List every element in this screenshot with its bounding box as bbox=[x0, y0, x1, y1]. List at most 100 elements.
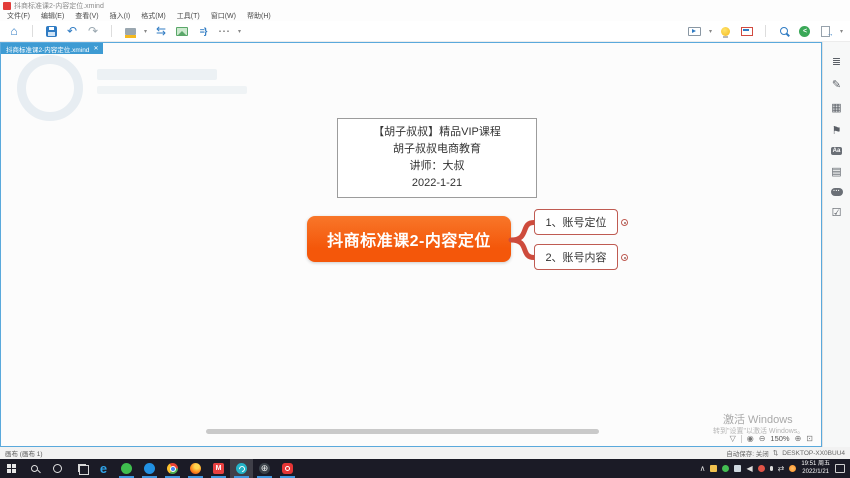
fill-color-icon bbox=[125, 28, 136, 35]
taskbar-globe-app[interactable]: ⊕ bbox=[253, 459, 276, 478]
cortana-button[interactable] bbox=[46, 459, 69, 478]
menu-edit[interactable]: 编辑(E) bbox=[41, 11, 64, 21]
taskbar-clock[interactable]: 19:51 周五 2022/1/21 bbox=[801, 461, 830, 476]
task-icon[interactable]: ☑ bbox=[830, 206, 844, 219]
blue-app-icon bbox=[144, 463, 155, 474]
filter-icon[interactable]: ▽ bbox=[730, 434, 736, 443]
collapse-toggle-icon[interactable] bbox=[621, 219, 628, 226]
export-button[interactable] bbox=[819, 23, 833, 39]
mindmap-canvas[interactable]: 抖商标准课2-内容定位.xmind ✕ 【胡子叔叔】精品VIP课程 胡子叔叔电商… bbox=[0, 42, 822, 447]
menu-window[interactable]: 窗口(W) bbox=[211, 11, 236, 21]
zoom-in-button[interactable]: ⊕ bbox=[795, 434, 802, 443]
chrome-icon bbox=[167, 463, 178, 474]
volume-icon[interactable]: ◀ bbox=[746, 465, 752, 473]
slides-button[interactable] bbox=[740, 23, 754, 39]
fit-screen-button[interactable]: ⊡ bbox=[806, 434, 813, 443]
sheet-tab[interactable]: 画布 (画布 1) bbox=[5, 448, 43, 458]
task-view-button[interactable] bbox=[69, 459, 92, 478]
activate-windows-watermark: 激活 Windows bbox=[723, 411, 793, 427]
export-icon bbox=[821, 26, 830, 37]
taskbar-app-green[interactable] bbox=[115, 459, 138, 478]
xmind-icon: M bbox=[213, 463, 224, 474]
redo-button[interactable]: ↷ bbox=[86, 23, 100, 39]
image-panel-icon[interactable]: ▦ bbox=[830, 101, 844, 114]
export-dropdown-arrow[interactable]: ▾ bbox=[840, 28, 843, 35]
tray-app-icon[interactable] bbox=[734, 465, 741, 472]
taskbar-xmind[interactable]: M bbox=[207, 459, 230, 478]
outline-button[interactable]: ≡} bbox=[196, 23, 210, 39]
brainstorm-button[interactable] bbox=[719, 23, 733, 39]
taskbar-red-app[interactable] bbox=[276, 459, 299, 478]
insert-image-button[interactable] bbox=[175, 23, 189, 39]
menu-view[interactable]: 查看(V) bbox=[75, 11, 98, 21]
label-icon[interactable]: Aa bbox=[831, 147, 843, 155]
menu-tools[interactable]: 工具(T) bbox=[177, 11, 200, 21]
taskbar-search-button[interactable] bbox=[23, 459, 46, 478]
taskbar-firefox[interactable] bbox=[184, 459, 207, 478]
undo-button[interactable]: ↶ bbox=[65, 23, 79, 39]
close-tab-icon[interactable]: ✕ bbox=[93, 45, 98, 52]
task-view-icon bbox=[78, 464, 86, 472]
search-icon bbox=[31, 465, 38, 472]
microphone-icon[interactable] bbox=[770, 466, 773, 471]
menu-format[interactable]: 格式(M) bbox=[141, 11, 166, 21]
fill-color-button[interactable] bbox=[123, 23, 137, 39]
zoombar-divider bbox=[741, 435, 742, 443]
tray-app-icon[interactable] bbox=[722, 465, 729, 472]
presentation-button[interactable] bbox=[688, 23, 702, 39]
clock-date: 2022/1/21 bbox=[801, 469, 830, 477]
canvas-watermark-text bbox=[97, 69, 217, 80]
tray-app-icon[interactable] bbox=[789, 465, 796, 472]
relationship-button[interactable]: ⇆ bbox=[154, 23, 168, 39]
start-button[interactable] bbox=[0, 459, 23, 478]
note-line: 讲师：大叔 bbox=[342, 158, 532, 175]
canvas-zoom-controls: ▽ ◉ ⊖ 150% ⊕ ⊡ bbox=[730, 434, 813, 443]
taskbar-media-player[interactable] bbox=[230, 459, 253, 478]
menu-insert[interactable]: 插入(I) bbox=[110, 11, 131, 21]
presentation-dropdown-arrow[interactable]: ▾ bbox=[709, 28, 712, 35]
taskbar-chrome[interactable] bbox=[161, 459, 184, 478]
menubar: 文件(F) 编辑(E) 查看(V) 插入(I) 格式(M) 工具(T) 窗口(W… bbox=[0, 11, 850, 21]
branch-topic-2[interactable]: 2、账号内容 bbox=[534, 244, 618, 270]
xmind-app-icon bbox=[3, 2, 11, 10]
canvas-watermark-text bbox=[97, 86, 247, 94]
collapse-toggle-icon[interactable] bbox=[621, 254, 628, 261]
more-dropdown-arrow[interactable]: ▾ bbox=[238, 28, 241, 35]
document-tab[interactable]: 抖商标准课2-内容定位.xmind ✕ bbox=[1, 43, 103, 54]
red-app-icon bbox=[282, 463, 293, 474]
edge-icon: e bbox=[100, 462, 107, 475]
tray-app-icon[interactable] bbox=[710, 465, 717, 472]
zoom-level: 150% bbox=[770, 434, 789, 443]
fill-dropdown-arrow[interactable]: ▾ bbox=[144, 28, 147, 35]
eye-icon[interactable]: ◉ bbox=[747, 434, 754, 443]
more-tools-button[interactable]: ⋯ bbox=[217, 23, 231, 39]
marker-flag-icon[interactable]: ⚑ bbox=[830, 124, 844, 137]
toolbar-divider bbox=[111, 25, 112, 37]
save-button[interactable] bbox=[44, 23, 58, 39]
menu-help[interactable]: 帮助(H) bbox=[247, 11, 271, 21]
comment-icon[interactable]: ··· bbox=[831, 188, 843, 196]
taskbar-edge[interactable]: e bbox=[92, 459, 115, 478]
green-app-icon bbox=[121, 463, 132, 474]
globe-icon: ⊕ bbox=[259, 463, 270, 474]
menu-file[interactable]: 文件(F) bbox=[7, 11, 30, 21]
tray-expand-icon[interactable]: ∧ bbox=[700, 465, 706, 473]
format-brush-icon[interactable]: ✎ bbox=[830, 78, 844, 91]
floating-topic-note[interactable]: 【胡子叔叔】精品VIP课程 胡子叔叔电商教育 讲师：大叔 2022-1-21 bbox=[337, 118, 537, 198]
notification-center-icon[interactable] bbox=[835, 464, 845, 473]
clock-time: 19:51 周五 bbox=[801, 461, 830, 469]
branch-topic-1[interactable]: 1、账号定位 bbox=[534, 209, 618, 235]
tray-arrows-icon[interactable]: ⇄ bbox=[778, 465, 785, 473]
outline-panel-icon[interactable]: ≣ bbox=[830, 55, 844, 68]
save-icon bbox=[46, 26, 57, 37]
note-panel-icon[interactable]: ▤ bbox=[830, 165, 844, 178]
tray-app-icon[interactable] bbox=[758, 465, 765, 472]
share-button[interactable] bbox=[798, 23, 812, 39]
taskbar-app-blue[interactable] bbox=[138, 459, 161, 478]
toolbar-divider bbox=[765, 25, 766, 37]
search-button[interactable] bbox=[777, 23, 791, 39]
horizontal-scrollbar[interactable] bbox=[206, 429, 599, 434]
zoom-out-button[interactable]: ⊖ bbox=[759, 434, 766, 443]
home-icon[interactable]: ⌂ bbox=[7, 23, 21, 39]
central-topic[interactable]: 抖商标准课2-内容定位 bbox=[307, 216, 511, 262]
